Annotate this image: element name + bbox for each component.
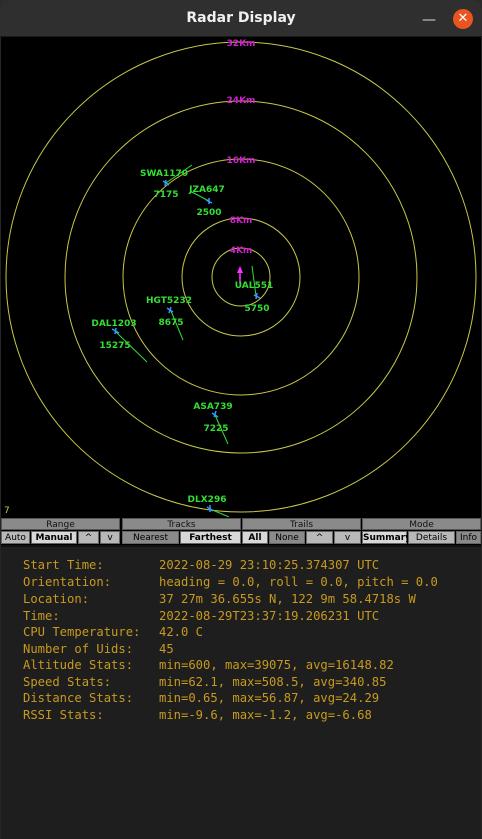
corner-count: 7	[4, 506, 10, 516]
stat-value: 2022-08-29 23:10:25.374307 UTC	[159, 558, 380, 572]
range-label-16km: 16Km	[227, 156, 256, 166]
aircraft-icon[interactable]	[253, 292, 261, 300]
track-altitude: 2500	[196, 208, 221, 218]
window-title: Radar Display	[186, 10, 296, 26]
tracks-nearest-button[interactable]: Nearest	[122, 531, 179, 544]
stat-label: Start Time:	[23, 558, 104, 572]
stat-label: Orientation:	[23, 575, 112, 589]
summary-stats-panel: Start Time: 2022-08-29 23:10:25.374307 UT…	[1, 545, 481, 839]
aircraft-icon[interactable]	[162, 179, 170, 187]
track-callsign: SWA1170	[140, 169, 188, 179]
track-callsign: DAL1203	[91, 319, 136, 329]
trails-group-title: Trails	[242, 518, 361, 530]
range-label-24km: 24Km	[227, 96, 256, 106]
stat-label: Altitude Stats:	[23, 658, 134, 672]
tracks-group: Tracks Nearest Farthest	[122, 517, 242, 545]
track-altitude: 5750	[244, 304, 269, 314]
stat-value: 42.0 C	[159, 625, 204, 639]
tracks-group-title: Tracks	[122, 518, 241, 530]
stat-value: min=0.65, max=56.87, avg=24.29	[159, 691, 380, 705]
range-manual-button[interactable]: Manual	[31, 531, 77, 544]
track-callsign: JZA647	[188, 185, 225, 195]
stat-label: Distance Stats:	[23, 691, 134, 705]
range-ring-32km	[5, 41, 477, 513]
stat-label: Time:	[23, 609, 60, 623]
stat-value: 2022-08-29T23:37:19.206231 UTC	[159, 609, 380, 623]
track-callsign: ASA739	[193, 402, 232, 412]
tracks-farthest-button[interactable]: Farthest	[180, 531, 241, 544]
stat-label: Speed Stats:	[23, 675, 112, 689]
stat-label: RSSI Stats:	[23, 708, 104, 722]
stat-value: 45	[159, 642, 174, 656]
radar-display-window: Radar Display — ✕ 32Km 24Km 16Km 8Km 4Km	[0, 0, 482, 839]
track-altitude: 7225	[203, 424, 228, 434]
aircraft-icon[interactable]	[206, 505, 214, 512]
range-down-button[interactable]: v	[100, 531, 120, 544]
range-group: Range Auto Manual ^ v	[1, 517, 121, 545]
track-altitude: 7175	[153, 190, 178, 200]
control-panel: Range Auto Manual ^ v Tracks Nearest Far…	[1, 517, 481, 545]
stat-label: CPU Temperature:	[23, 625, 141, 639]
close-icon[interactable]: ✕	[453, 9, 473, 29]
track-callsign: DLX296	[188, 495, 227, 505]
range-auto-button[interactable]: Auto	[1, 531, 30, 544]
stat-value: min=-9.6, max=-1.2, avg=-6.68	[159, 708, 372, 722]
trails-group: Trails All None ^ v	[242, 517, 362, 545]
aircraft-icon[interactable]	[166, 306, 174, 314]
range-label-8km: 8Km	[230, 216, 253, 226]
mode-group-title: Mode	[362, 518, 481, 530]
range-label-4km: 4Km	[230, 246, 253, 256]
range-label-32km: 32Km	[227, 39, 256, 49]
mode-details-button[interactable]: Details	[408, 531, 455, 544]
mode-group: Mode Summary Details Info	[362, 517, 481, 545]
title-bar: Radar Display — ✕	[0, 0, 482, 37]
track-callsign: HGT5232	[146, 296, 192, 306]
trails-down-button[interactable]: v	[334, 531, 361, 544]
range-ring-4km	[211, 247, 271, 307]
track-altitude: 8675	[158, 318, 183, 328]
radar-scope: 32Km 24Km 16Km 8Km 4Km SWA1170 7175 JZA6…	[1, 37, 481, 517]
aircraft-icon[interactable]	[205, 198, 213, 204]
stat-value: heading = 0.0, roll = 0.0, pitch = 0.0	[159, 575, 438, 589]
track-callsign: UAL551	[235, 281, 274, 291]
minimize-icon[interactable]: —	[419, 9, 439, 29]
range-group-title: Range	[1, 518, 120, 530]
radar-canvas: 32Km 24Km 16Km 8Km 4Km SWA1170 7175 JZA6…	[4, 39, 477, 517]
mode-info-button[interactable]: Info	[456, 531, 481, 544]
stat-label: Location:	[23, 592, 90, 606]
trails-up-button[interactable]: ^	[306, 531, 333, 544]
range-ring-24km	[64, 100, 418, 454]
track-altitude: 15275	[99, 341, 130, 351]
stat-value: min=600, max=39075, avg=16148.82	[159, 658, 394, 672]
range-ring-8km	[181, 217, 301, 337]
stat-label: Number of Uids:	[23, 642, 134, 656]
mode-summary-button[interactable]: Summary	[362, 531, 411, 544]
trails-all-button[interactable]: All	[242, 531, 268, 544]
stat-value: 37 27m 36.655s N, 122 9m 58.4718s W	[159, 592, 416, 606]
range-up-button[interactable]: ^	[78, 531, 99, 544]
stat-value: min=62.1, max=508.5, avg=340.85	[159, 675, 387, 689]
trails-none-button[interactable]: None	[269, 531, 305, 544]
